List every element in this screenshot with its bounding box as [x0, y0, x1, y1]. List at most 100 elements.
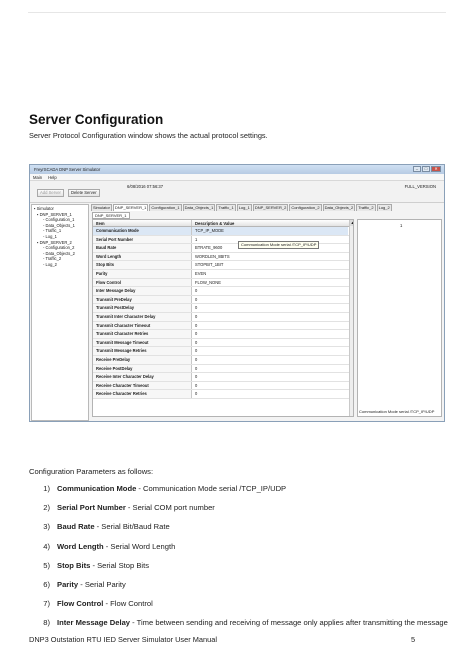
grid-row[interactable]: Receive Character Timeout 0: [93, 381, 353, 391]
list-number: 6): [43, 579, 50, 589]
section-heading: Server Configuration: [29, 112, 164, 127]
grid-row-value[interactable]: 0: [192, 304, 348, 312]
grid-scrollbar[interactable]: ▲: [349, 220, 353, 416]
grid-row-value[interactable]: 0: [192, 287, 348, 295]
grid-row[interactable]: Receive PostDelay 0: [93, 364, 353, 374]
grid-row-item: Stop Bits: [93, 261, 192, 269]
grid-row-value[interactable]: 0: [192, 313, 348, 321]
grid-row-value[interactable]: 0: [192, 390, 348, 398]
footer-page-number: 5: [411, 635, 416, 644]
main-panel: Simulator DNP_SERVER_1 Configuration_1 D…: [91, 204, 444, 421]
param-term: Baud Rate: [57, 522, 95, 532]
tree-item-log-2[interactable]: - Log_2: [34, 262, 86, 268]
grid-row-value[interactable]: 0: [192, 373, 348, 381]
param-desc: - Serial Stop Bits: [90, 560, 149, 570]
param-desc: - Serial COM port number: [125, 503, 215, 513]
tab-configuration-1[interactable]: Configuration_1: [149, 204, 182, 211]
window-titlebar: FreyrSCADA DNP Server Simulator – □ ✕: [30, 165, 444, 174]
grid-row-value[interactable]: WORDLEN_8BITS: [192, 253, 348, 261]
list-item: 7) Flow Control - Flow Control: [29, 599, 449, 609]
grid-row[interactable]: Transmit Character Timeout 0: [93, 321, 353, 331]
tab-data-objects-1[interactable]: Data_Objects_1: [182, 204, 216, 211]
list-number: 2): [43, 503, 50, 513]
param-term: Stop Bits: [57, 560, 91, 570]
grid-row-item: Flow Control: [93, 278, 192, 287]
grid-row-value[interactable]: STOPBIT_1BIT: [192, 261, 348, 269]
grid-row[interactable]: Inter Message Delay 0: [93, 287, 353, 296]
params-list: 1) Communication Mode - Communication Mod…: [29, 484, 449, 638]
param-desc: - Serial Bit/Baud Rate: [94, 522, 170, 532]
grid-row-item: Transmit Character Timeout: [93, 321, 192, 330]
grid-row[interactable]: Transmit Inter Character Delay 0: [93, 312, 353, 322]
minimize-icon[interactable]: –: [413, 166, 421, 172]
param-term: Word Length: [57, 541, 104, 551]
grid-row[interactable]: Receive Character Retries 0: [93, 390, 353, 399]
list-number: 3): [43, 522, 50, 532]
grid-row-item: Transmit Inter Character Delay: [93, 312, 192, 321]
grid-row-item: Receive Character Retries: [93, 390, 192, 398]
menu-main[interactable]: Main: [33, 175, 42, 180]
list-item: 2) Serial Port Number - Serial COM port n…: [29, 503, 449, 513]
menu-help[interactable]: Help: [48, 175, 57, 180]
tab-log-2[interactable]: Log_2: [376, 204, 392, 211]
grid-row-value[interactable]: 0: [192, 347, 348, 355]
grid-row[interactable]: Transmit Message Retries 0: [93, 347, 353, 356]
tab-simulator[interactable]: Simulator: [91, 204, 112, 211]
list-item: 8) Inter Message Delay - Time between sen…: [29, 618, 449, 628]
close-icon[interactable]: ✕: [431, 166, 441, 172]
param-term: Serial Port Number: [57, 503, 126, 513]
tab-configuration-2[interactable]: Configuration_2: [289, 204, 322, 211]
add-server-button[interactable]: Add Server: [37, 189, 64, 197]
grid-row[interactable]: Receive PreDelay 0: [93, 355, 353, 365]
grid-row-value[interactable]: FLOW_NONE: [192, 279, 348, 287]
param-term: Flow Control: [57, 599, 104, 609]
grid-row[interactable]: Flow Control FLOW_NONE: [93, 278, 353, 288]
tab-dnp-server-1[interactable]: DNP_SERVER_1: [112, 204, 149, 211]
param-desc: - Communication Mode serial /TCP_IP/UDP: [136, 484, 287, 493]
grid-tooltip: Communication Mode serial /TCP_IP/UDP: [238, 241, 320, 249]
grid-row[interactable]: Receive Inter Character Delay 0: [93, 373, 353, 382]
grid-row-value[interactable]: EVEN: [192, 270, 348, 278]
scroll-up-icon[interactable]: ▲: [350, 220, 353, 226]
tab-traffic-1[interactable]: Traffic_1: [216, 204, 236, 211]
subtab-dnp-server-1[interactable]: DNP_SERVER_1: [92, 212, 130, 219]
param-term: Communication Mode: [57, 484, 137, 493]
grid-row-value[interactable]: 0: [192, 322, 348, 330]
tab-log-1[interactable]: Log_1: [236, 204, 252, 211]
grid-row-value[interactable]: TCP_IP_MODE: [192, 227, 348, 235]
footer-title: DNP3 Outstation RTU IED Server Simulator…: [29, 635, 217, 644]
grid-row-value[interactable]: 0: [192, 356, 348, 364]
menu-bar: Main Help: [30, 174, 444, 181]
params-intro: Configuration Parameters as follows:: [29, 467, 154, 476]
grid-row[interactable]: Transmit PostDelay 0: [93, 304, 353, 313]
grid-row[interactable]: Communication Mode TCP_IP_MODE: [93, 227, 353, 236]
maximize-icon[interactable]: □: [422, 166, 430, 172]
grid-row-value[interactable]: 0: [192, 382, 348, 390]
detail-description: Communication Mode serial /TCP_IP/UDP: [359, 409, 435, 414]
grid-row-value[interactable]: 0: [192, 330, 348, 338]
tab-traffic-2[interactable]: Traffic_2: [356, 204, 376, 211]
grid-row-value[interactable]: 0: [192, 296, 348, 304]
grid-row[interactable]: Word Length WORDLEN_8BITS: [93, 252, 353, 262]
delete-server-button[interactable]: Delete Server: [68, 189, 100, 197]
grid-row[interactable]: Transmit Character Retries 0: [93, 330, 353, 339]
grid-row[interactable]: Transmit Message Timeout 0: [93, 338, 353, 348]
grid-header: Item Description & Value: [93, 220, 353, 227]
param-term: Inter Message Delay: [57, 618, 131, 628]
grid-row-value[interactable]: 0: [192, 365, 348, 373]
list-item: 6) Parity - Serial Parity: [29, 580, 449, 590]
toolbar-datetime: 6/08/2016 07:56:37: [127, 184, 164, 189]
grid-row-item: Receive PreDelay: [93, 355, 192, 364]
grid-row[interactable]: Parity EVEN: [93, 269, 353, 279]
tab-dnp-server-2[interactable]: DNP_SERVER_2: [252, 204, 289, 211]
grid-row-item: Baud Rate: [93, 244, 192, 252]
param-desc: - Time between sending and receiving of …: [130, 618, 448, 628]
tab-data-objects-2[interactable]: Data_Objects_2: [322, 204, 356, 211]
grid-row[interactable]: Transmit PreDelay 0: [93, 295, 353, 305]
grid-row-value[interactable]: 0: [192, 339, 348, 347]
list-item: 5) Stop Bits - Serial Stop Bits: [29, 561, 449, 571]
grid-row[interactable]: Stop Bits STOPBIT_1BIT: [93, 261, 353, 270]
grid-header-value: Description & Value: [195, 221, 235, 226]
list-number: 7): [43, 599, 50, 609]
list-item: 1) Communication Mode - Communication Mod…: [29, 484, 449, 494]
